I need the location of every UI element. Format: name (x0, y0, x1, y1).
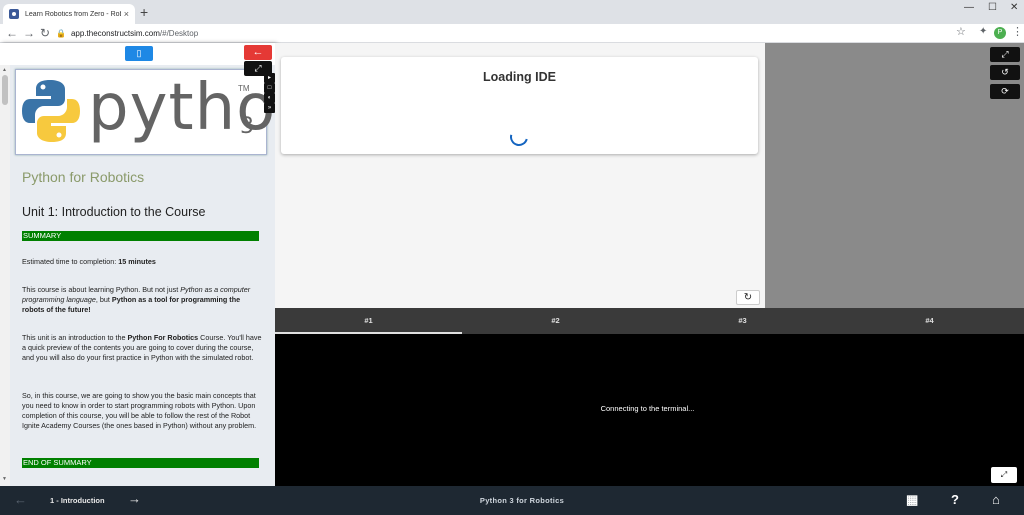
tab-close-icon[interactable]: × (124, 9, 129, 19)
paragraph-3: So, in this course, we are going to show… (22, 391, 257, 430)
simulation-panel: ⤢ ↺ ⟳ (765, 43, 1024, 308)
site-favicon-icon (9, 9, 19, 19)
minimize-icon[interactable]: — (964, 2, 974, 13)
notebook-toggle-button[interactable]: ▯ (125, 46, 153, 61)
p1-part-a: This course is about learning Python. Bu… (22, 285, 181, 294)
notebook-close-button[interactable]: ← (244, 45, 272, 60)
reload-icon[interactable]: ↻ (40, 25, 50, 41)
layout-icon[interactable]: ▦ (906, 492, 918, 508)
notebook-mini-button-4[interactable]: » (264, 103, 275, 113)
course-bottombar: Python 3 for Robotics ← 1 - Introduction… (0, 486, 1024, 515)
unit-selector[interactable]: 1 - Introduction (50, 496, 105, 505)
terminal-tab-3[interactable]: #3 (649, 308, 836, 334)
estimate-value: 15 minutes (118, 257, 156, 266)
notebook-panel: ▯ ← ▲ ▼ python TM 3 (0, 43, 275, 486)
home-icon[interactable]: ⌂ (992, 492, 1000, 507)
paragraph-1: This course is about learning Python. Bu… (22, 285, 262, 315)
notebook-mini-button-1[interactable]: ▸ (264, 73, 275, 83)
forward-icon[interactable]: → (23, 25, 35, 41)
notebook-topbar: ▯ ← (0, 43, 275, 65)
terminal-tab-1[interactable]: #1 (275, 308, 462, 334)
bookmark-star-icon[interactable]: ☆ (956, 25, 966, 38)
terminal-tab-2[interactable]: #2 (462, 308, 649, 334)
scroll-down-icon[interactable]: ▼ (2, 476, 7, 482)
python-snake-icon (22, 80, 80, 142)
p2-part-a: This unit is an introduction to the (22, 333, 128, 342)
tab-title: Learn Robotics from Zero - Robo (25, 10, 121, 18)
maximize-icon[interactable]: ☐ (988, 2, 997, 13)
help-icon[interactable]: ? (951, 492, 959, 507)
back-icon[interactable]: ← (6, 25, 18, 41)
lock-icon: 🔒 (56, 29, 66, 38)
address-bar[interactable]: 🔒 app.theconstructsim.com/#/Desktop (56, 26, 976, 41)
terminal-window[interactable]: Connecting to the terminal... ⤢ (275, 334, 1024, 486)
browser-toolbar: ← → ↻ 🔒 app.theconstructsim.com/#/Deskto… (0, 24, 1024, 43)
estimate-prefix: Estimated time to completion: (22, 257, 119, 266)
paragraph-2: This unit is an introduction to the Pyth… (22, 333, 262, 363)
python-logo-tm: TM (238, 84, 250, 93)
browser-menu-icon[interactable]: ⋮ (1012, 25, 1023, 38)
profile-avatar[interactable]: P (994, 27, 1006, 39)
url-host: app.theconstructsim.com (70, 29, 160, 38)
extensions-icon[interactable]: ✦ (979, 26, 987, 37)
notebook-mini-button-2[interactable]: □ (264, 83, 275, 93)
sim-expand-button[interactable]: ⤢ (990, 47, 1020, 62)
notebook-content: python TM 3 Python for Robotics Unit 1: … (10, 65, 275, 486)
course-title: Python 3 for Robotics (479, 496, 565, 505)
loading-card: Loading IDE (281, 57, 758, 154)
unit-title: Unit 1: Introduction to the Course (22, 205, 206, 219)
python-logo-version: 3 (240, 114, 254, 139)
scroll-thumb[interactable] (2, 75, 8, 105)
loading-spinner-icon (506, 124, 532, 150)
loading-title: Loading IDE (483, 70, 556, 84)
close-window-icon[interactable]: ✕ (1010, 2, 1018, 13)
screen: Learn Robotics from Zero - Robo × + — ☐ … (0, 0, 1024, 515)
url-text: app.theconstructsim.com/#/Desktop (71, 29, 198, 38)
ide-panel: Loading IDE ↻ (275, 43, 765, 308)
p1-part-c: , but (95, 295, 112, 304)
notebook-scrollbar[interactable]: ▲ ▼ (0, 65, 10, 486)
estimate-text: Estimated time to completion: 15 minutes (22, 257, 262, 267)
end-summary-bar: END OF SUMMARY (22, 458, 259, 468)
notebook-mini-button-3[interactable]: ◐ (264, 93, 275, 103)
browser-tab[interactable]: Learn Robotics from Zero - Robo × (3, 4, 135, 24)
app-content: ▯ ← ▲ ▼ python TM 3 (0, 43, 1024, 486)
sim-reset-button[interactable]: ↺ (990, 65, 1020, 80)
python-logo: python TM 3 (15, 69, 275, 155)
previous-unit-icon[interactable]: ← (14, 492, 27, 507)
terminal-tabs: #1 #2 #3 #4 (275, 308, 1024, 334)
terminal-expand-button[interactable]: ⤢ (991, 467, 1017, 483)
next-unit-icon[interactable]: → (128, 491, 141, 506)
sim-refresh-button[interactable]: ⟳ (990, 84, 1020, 99)
notebook-heading: Python for Robotics (22, 169, 145, 185)
browser-tabstrip: Learn Robotics from Zero - Robo × + — ☐ … (0, 0, 1024, 24)
terminal-tab-4[interactable]: #4 (836, 308, 1023, 334)
scroll-up-icon[interactable]: ▲ (2, 67, 7, 73)
ide-reload-button[interactable]: ↻ (736, 290, 760, 305)
p2-part-b: Python For Robotics (127, 333, 199, 342)
terminal-status: Connecting to the terminal... (600, 404, 695, 413)
summary-bar: SUMMARY (22, 231, 259, 241)
url-path: /#/Desktop (159, 29, 199, 38)
new-tab-button[interactable]: + (140, 5, 148, 19)
